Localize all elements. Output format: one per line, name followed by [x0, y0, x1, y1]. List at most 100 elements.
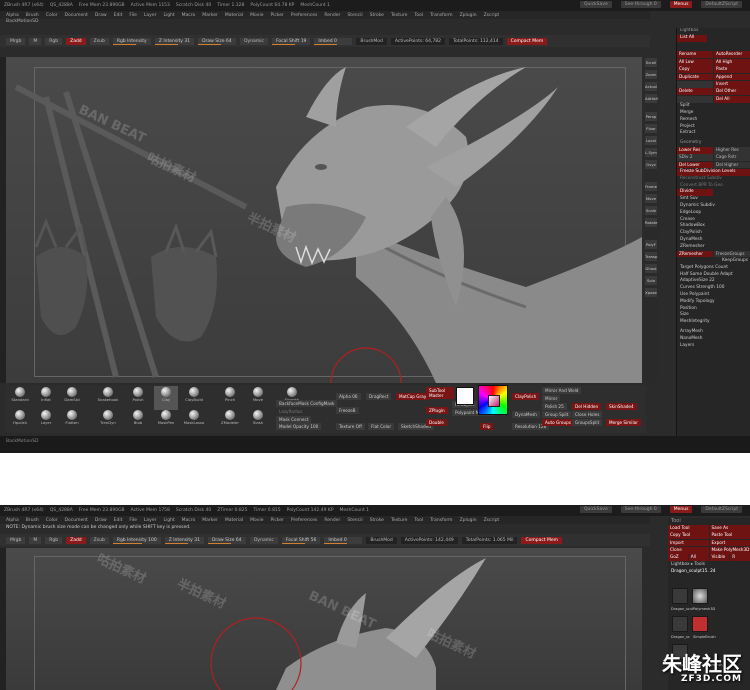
default-zscript-button[interactable]: DefaultZScript — [701, 506, 742, 513]
duplicate-button[interactable]: Duplicate — [677, 73, 713, 81]
rgb-button[interactable]: Rgb — [45, 37, 63, 45]
menu-marker[interactable]: Marker — [202, 518, 218, 523]
extract-menu[interactable]: Extract — [677, 130, 750, 137]
menu-layer[interactable]: Layer — [144, 518, 157, 523]
clone-button[interactable]: Clone — [668, 546, 709, 554]
menus-button[interactable]: Menus — [669, 1, 693, 8]
split-menu[interactable]: Split — [677, 103, 750, 110]
arraymesh-menu[interactable]: ArrayMesh — [677, 329, 750, 336]
visible-button[interactable]: Visible — [709, 554, 730, 562]
menu-macro[interactable]: Macro — [182, 518, 196, 523]
brush-clay[interactable]: Clay — [154, 386, 178, 410]
menu-file[interactable]: File — [129, 13, 137, 18]
menu-preferences[interactable]: Preferences — [291, 13, 317, 18]
local-button[interactable]: Local — [645, 136, 657, 145]
dynamic-button[interactable]: Dynamic — [249, 536, 278, 544]
save-as-button[interactable]: Save As — [709, 524, 750, 532]
del-lower-button[interactable]: Del Lower — [677, 161, 713, 169]
compact-mem-button[interactable]: Compact Mem — [521, 536, 563, 544]
brush-layer[interactable]: Layer — [34, 409, 58, 433]
paste-tool-button[interactable]: Paste Tool — [709, 532, 750, 539]
rgb-intensity-slider[interactable]: Rgb Intensity 100 — [112, 536, 161, 544]
close-holes-button[interactable]: Close Holes — [572, 411, 603, 418]
mirror-weld-button[interactable]: Mirror And Weld — [542, 387, 582, 394]
aahalf-button[interactable]: AAHalf — [645, 94, 658, 103]
menu-zscript[interactable]: Zscript — [484, 13, 500, 18]
scale-button[interactable]: Scale — [645, 206, 657, 215]
polyf-button[interactable]: PolyF — [645, 240, 657, 249]
insert-button[interactable]: Insert — [714, 80, 750, 88]
cage-button[interactable]: Cage Rstr — [714, 154, 750, 162]
menu-zplugin[interactable]: Zplugin — [460, 518, 477, 523]
r-button[interactable]: R — [730, 554, 750, 562]
solo-button[interactable]: Solo — [645, 276, 657, 285]
mrgb-button[interactable]: Mrgb — [6, 536, 26, 544]
menu-render[interactable]: Render — [324, 518, 340, 523]
brush-zmodeler[interactable]: ZModeler — [218, 409, 242, 433]
model-opacity-slider[interactable]: Model Opacity 100 — [276, 423, 322, 430]
nanomesh-menu[interactable]: NanoMesh — [677, 336, 750, 343]
menu-file[interactable]: File — [129, 518, 137, 523]
autoreorder-button[interactable]: AutoReorder — [714, 51, 750, 59]
del-all-button[interactable]: Del All — [714, 95, 750, 103]
reconstruct-subdiv-button[interactable]: Reconstruct Subdiv — [677, 176, 750, 183]
all-low-button[interactable]: All Low — [677, 58, 713, 66]
mrgb-button[interactable]: Mrgb — [6, 37, 26, 45]
menu-brush[interactable]: Brush — [26, 13, 39, 18]
z-intensity-slider[interactable]: Z Intensity 31 — [164, 536, 204, 544]
flip-button[interactable]: Flip — [480, 423, 494, 430]
lazy-radius-slider[interactable]: LazyRadius — [276, 408, 306, 415]
zsub-button[interactable]: Zsub — [89, 37, 109, 45]
delete-button[interactable]: Delete — [677, 88, 713, 96]
stroke-button[interactable]: DragRect — [366, 393, 392, 400]
edgeloop-menu[interactable]: EdgeLoop — [677, 210, 750, 217]
menu-draw[interactable]: Draw — [95, 13, 107, 18]
brush-slash[interactable]: Slash — [246, 409, 270, 433]
keep-groups-button[interactable]: KeepGroups — [677, 258, 750, 265]
default-zscript-button[interactable]: DefaultZScript — [701, 1, 742, 8]
m-button[interactable]: M — [29, 37, 42, 45]
brush-claybuild[interactable]: ClayBuild — [182, 386, 206, 410]
tool-thumb-dragon[interactable] — [672, 588, 688, 604]
zremesher-menu[interactable]: ZRemesher — [677, 244, 750, 251]
imbed-slider[interactable]: Imbed 0 — [314, 37, 353, 45]
freeze-button[interactable]: FreezeB — [336, 407, 359, 414]
rgb-intensity-slider[interactable]: Rgb Intensity — [112, 37, 151, 45]
menu-picker[interactable]: Picker — [270, 13, 283, 18]
zadd-button[interactable]: Zadd — [66, 37, 86, 45]
sdiv-slider[interactable]: SDiv 2 — [677, 154, 713, 162]
m-button[interactable]: M — [29, 536, 42, 544]
lower-res-button[interactable]: Lower Res — [677, 146, 713, 154]
rename-button[interactable]: Rename — [677, 51, 713, 59]
tool-thumb-dragon-2[interactable] — [672, 616, 688, 632]
menu-material[interactable]: Material — [225, 13, 243, 18]
menu-layer[interactable]: Layer — [144, 13, 157, 18]
menu-transform[interactable]: Transform — [430, 13, 452, 18]
viewport-canvas[interactable]: 咕拍素材 半拍素材 BAN BEAT 咕拍素材 — [6, 548, 642, 690]
menu-edit[interactable]: Edit — [114, 518, 123, 523]
tool-header[interactable]: Tool — [668, 518, 750, 525]
quicksave-button[interactable]: QuickSave — [579, 1, 612, 8]
use-polypaint-toggle[interactable]: Use Polypaint — [677, 292, 750, 299]
focal-shift-slider[interactable]: Focal Shift 56 — [281, 536, 321, 544]
higher-res-button[interactable]: Higher Res — [714, 146, 750, 154]
zoom-button[interactable]: Zoom — [645, 70, 657, 79]
merge-similar-button[interactable]: Merge Similar — [606, 419, 641, 426]
menu-zplugin[interactable]: Zplugin — [460, 13, 477, 18]
mesh-integrity-menu[interactable]: MeshIntegrity — [677, 319, 750, 326]
brush-polish[interactable]: Polish — [126, 386, 150, 410]
subtool-master-button[interactable]: SubTool Master — [426, 387, 454, 399]
load-tool-button[interactable]: Load Tool — [668, 524, 709, 532]
floor-button[interactable]: Floor — [645, 124, 657, 133]
copy-tool-button[interactable]: Copy Tool — [668, 532, 709, 539]
brush-pinch[interactable]: Pinch — [218, 386, 242, 410]
target-polycount-slider[interactable]: Target Polygons Count — [677, 265, 750, 272]
menu-stencil[interactable]: Stencil — [347, 518, 362, 523]
zsub-button[interactable]: Zsub — [89, 536, 109, 544]
menu-texture[interactable]: Texture — [391, 518, 407, 523]
see-through-slider[interactable]: See-through 0 — [620, 506, 661, 513]
geometry-header[interactable]: Geometry — [677, 140, 750, 147]
tool-thumb-polymesh[interactable] — [692, 588, 708, 604]
export-button[interactable]: Export — [709, 539, 750, 547]
main-color-swatch[interactable] — [456, 387, 474, 405]
